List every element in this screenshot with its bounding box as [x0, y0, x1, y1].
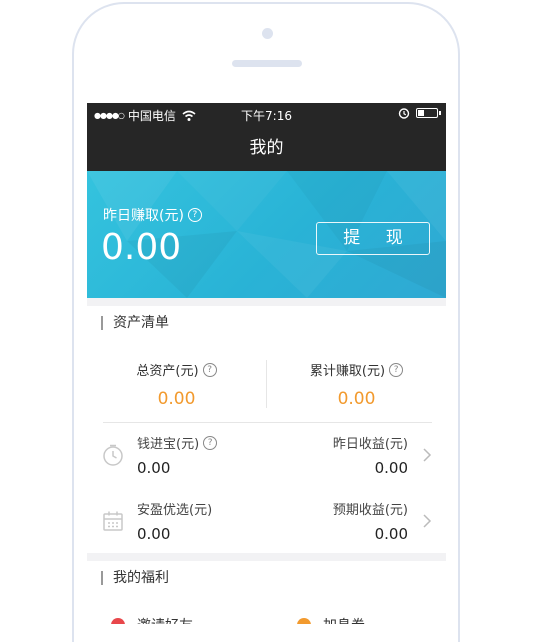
battery-icon [416, 108, 441, 118]
alarm-icon [398, 108, 410, 119]
yesterday-earnings-text: 昨日赚取(元) [103, 208, 184, 224]
earnings-banner: 昨日赚取(元) ? 0.00 提 现 [87, 171, 446, 298]
asset-summary: 总资产(元) ? 0.00 累计赚取(元) ? 0.00 [87, 348, 446, 420]
benefit-label: 邀请好友 [137, 615, 193, 624]
benefits-card: 我的福利 邀请好友 加息券 [87, 561, 446, 624]
calendar-icon [103, 511, 123, 531]
section-title-benefits: 我的福利 [101, 571, 169, 585]
help-icon[interactable]: ? [202, 362, 217, 377]
section-title-assets: 资产清单 [101, 316, 169, 330]
benefit-label: 加息券 [323, 615, 365, 624]
product-right-value: 0.00 [374, 459, 408, 477]
product-right-value: 0.00 [374, 525, 408, 543]
product-name: 安盈优选(元) [137, 503, 213, 518]
product-name: 钱进宝(元) [137, 437, 200, 452]
product-row-qianjinbao[interactable]: 钱进宝(元) ? 0.00 昨日收益(元) 0.00 [87, 423, 446, 489]
help-icon[interactable]: ? [389, 362, 404, 377]
battery-fill [418, 110, 424, 116]
status-time: 下午7:16 [241, 109, 292, 123]
benefit-coupon[interactable]: 加息券 [297, 615, 365, 624]
chevron-right-icon [423, 448, 432, 462]
total-assets-value: 0.00 [157, 389, 196, 409]
chevron-right-icon [423, 514, 432, 528]
yesterday-earnings-amount: 0.00 [101, 227, 182, 268]
help-icon[interactable]: ? [187, 208, 202, 222]
cumulative-earnings-value: 0.00 [337, 389, 376, 409]
product-right-label: 昨日收益(元) [332, 437, 408, 452]
asset-list-card: 资产清单 总资产(元) ? 0.00 累计赚取(元) ? 0.00 钱进宝(元)… [87, 306, 446, 553]
benefit-invite-friends[interactable]: 邀请好友 [111, 615, 193, 624]
cumulative-earnings[interactable]: 累计赚取(元) ? 0.00 [267, 360, 446, 409]
invite-icon [111, 618, 125, 624]
withdraw-button[interactable]: 提 现 [316, 222, 430, 255]
total-assets-label: 总资产(元) [136, 364, 199, 379]
product-value: 0.00 [137, 525, 171, 543]
product-right-label: 预期收益(元) [332, 503, 408, 518]
coupon-icon [297, 618, 311, 624]
yesterday-earnings-label: 昨日赚取(元) ? [103, 205, 202, 225]
camera-dot [262, 28, 273, 39]
nav-title: 我的 [87, 125, 446, 171]
product-row-anying[interactable]: 安盈优选(元) 0.00 预期收益(元) 0.00 [87, 489, 446, 555]
product-value: 0.00 [137, 459, 171, 477]
speaker-grille [232, 60, 302, 67]
help-icon[interactable]: ? [203, 435, 218, 450]
cumulative-earnings-label: 累计赚取(元) [309, 364, 386, 379]
benefit-list: 邀请好友 加息券 [87, 611, 446, 624]
total-assets[interactable]: 总资产(元) ? 0.00 [87, 360, 266, 409]
status-bar: ●●●●○ 中国电信 下午7:16 [87, 103, 446, 125]
phone-screen: ●●●●○ 中国电信 下午7:16 我的 昨日赚取(元) ? 0.00 提 现 … [87, 103, 446, 624]
clock-icon [103, 444, 123, 466]
